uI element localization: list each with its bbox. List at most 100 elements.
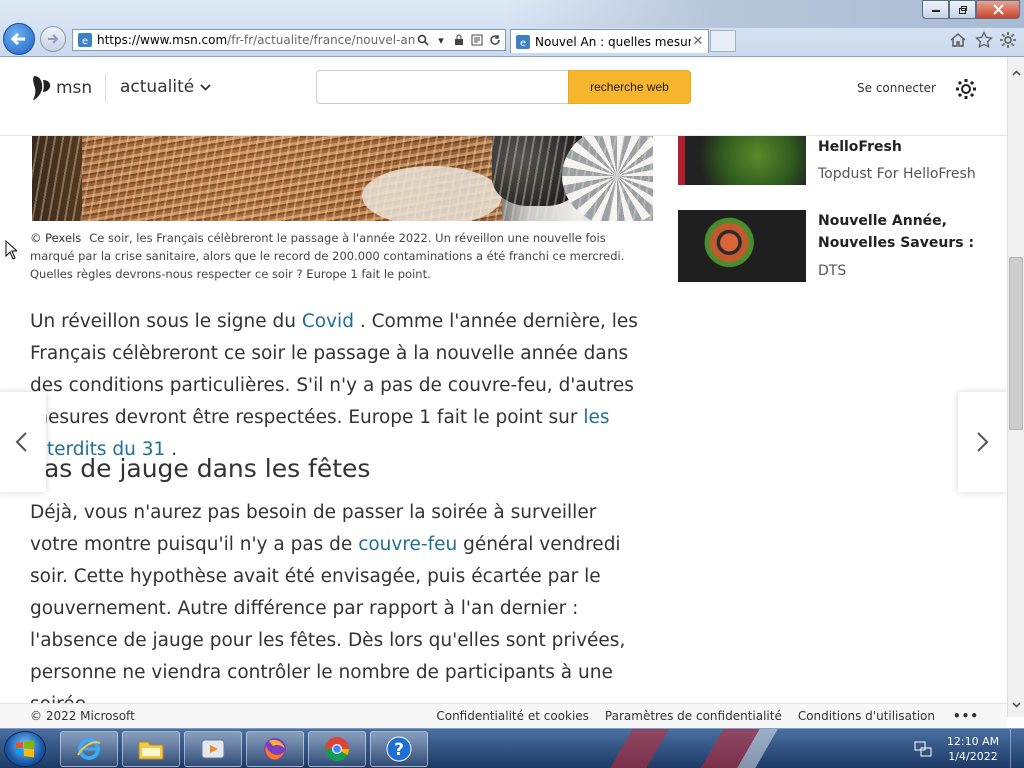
search-input[interactable] bbox=[316, 70, 570, 104]
favorites-star-icon[interactable] bbox=[974, 30, 994, 50]
sponsored-card[interactable]: Nouvelle Année, Nouvelles Saveurs : DTS bbox=[678, 210, 998, 282]
scroll-down-button[interactable] bbox=[1008, 697, 1024, 713]
footer-link-privacy-settings[interactable]: Paramètres de confidentialité bbox=[605, 709, 782, 723]
tab-title: Nouvel An : quelles mesure... bbox=[535, 34, 691, 49]
refresh-icon[interactable] bbox=[487, 32, 503, 48]
scroll-down-arrow-icon bbox=[1012, 702, 1021, 708]
windows-logo-icon bbox=[16, 740, 34, 758]
url-domain: https://www.msn.com bbox=[97, 33, 228, 47]
tab-favicon-icon: e bbox=[516, 34, 530, 49]
folder-icon bbox=[138, 741, 164, 760]
mouse-cursor-icon bbox=[5, 240, 17, 260]
dropdown-arrow-icon[interactable]: ▾ bbox=[433, 32, 449, 48]
chrome-icon bbox=[325, 737, 349, 762]
taskbar-media-player[interactable] bbox=[184, 731, 242, 767]
taskbar-chrome[interactable] bbox=[308, 731, 366, 767]
system-clock[interactable]: 12:10 AM 1/4/2022 bbox=[940, 734, 1006, 764]
chevron-down-icon bbox=[200, 83, 211, 91]
clock-date: 1/4/2022 bbox=[948, 750, 998, 763]
paragraph-text: Un réveillon sous le signe du bbox=[30, 311, 302, 332]
footer-link-privacy-cookies[interactable]: Confidentialité et cookies bbox=[436, 709, 589, 723]
section-dropdown[interactable]: actualité bbox=[120, 77, 211, 97]
article-subheading: Pas de jauge dans les fêtes bbox=[30, 454, 371, 483]
desktop-wallpaper-strip bbox=[560, 729, 900, 768]
taskbar-internet-explorer[interactable] bbox=[60, 731, 118, 767]
page-favicon-icon: e bbox=[78, 33, 92, 47]
signin-link[interactable]: Se connecter bbox=[857, 81, 936, 95]
caption-credit: © Pexels bbox=[30, 231, 82, 245]
help-icon: ? bbox=[386, 736, 412, 762]
firefox-icon bbox=[264, 738, 286, 760]
sponsored-card[interactable]: HelloFresh Topdust For HelloFresh bbox=[678, 136, 998, 186]
window-close-button[interactable] bbox=[976, 0, 1020, 19]
page-footer: © 2022 Microsoft Confidentialité et cook… bbox=[0, 703, 1007, 728]
forward-button[interactable] bbox=[40, 26, 66, 52]
tab-close-icon[interactable]: ✕ bbox=[691, 34, 705, 49]
restore-button[interactable] bbox=[949, 0, 976, 19]
restore-icon bbox=[958, 5, 967, 14]
msn-header: msn actualité recherche web Se connecter bbox=[0, 57, 1008, 136]
start-button[interactable] bbox=[4, 731, 46, 767]
covid-link[interactable]: Covid bbox=[302, 311, 354, 332]
svg-text:e: e bbox=[520, 38, 526, 49]
address-bar[interactable]: e https://www.msn.com/fr-fr/actualite/fr… bbox=[72, 29, 506, 51]
forward-arrow-icon bbox=[48, 34, 59, 44]
footer-link-terms[interactable]: Conditions d'utilisation bbox=[798, 709, 935, 723]
search-icon[interactable] bbox=[415, 32, 431, 48]
next-article-button[interactable] bbox=[958, 392, 1008, 492]
network-icon[interactable] bbox=[914, 740, 932, 758]
footer-copyright: © 2022 Microsoft bbox=[30, 709, 135, 723]
back-arrow-icon bbox=[10, 32, 25, 46]
scroll-up-button[interactable] bbox=[1008, 65, 1024, 81]
minimize-icon bbox=[931, 9, 940, 12]
couvre-feu-link[interactable]: couvre-feu bbox=[358, 534, 457, 555]
browser-toolbar: e https://www.msn.com/fr-fr/actualite/fr… bbox=[0, 0, 1024, 57]
taskbar-help-and-support[interactable]: ? bbox=[370, 731, 428, 767]
compatibility-icon[interactable] bbox=[469, 32, 485, 48]
chevron-left-icon bbox=[15, 432, 27, 452]
show-desktop-button[interactable] bbox=[1010, 729, 1024, 768]
home-icon[interactable] bbox=[948, 30, 968, 50]
msn-butterfly-icon bbox=[33, 76, 51, 100]
minimize-button[interactable] bbox=[922, 0, 949, 19]
url-path: /fr-fr/actualite/france/nouvel-an-quell bbox=[227, 33, 415, 47]
msn-logo-text: msn bbox=[56, 78, 93, 98]
card-title[interactable]: Nouvelle Année, Nouvelles Saveurs : bbox=[818, 210, 988, 254]
header-divider bbox=[105, 74, 106, 102]
svg-text:e: e bbox=[82, 36, 88, 47]
previous-article-button[interactable] bbox=[0, 392, 46, 492]
tools-gear-icon[interactable] bbox=[998, 30, 1018, 50]
web-search-button[interactable]: recherche web bbox=[568, 70, 691, 104]
address-url[interactable]: https://www.msn.com/fr-fr/actualite/fran… bbox=[97, 33, 415, 47]
back-button[interactable] bbox=[3, 23, 35, 55]
internet-explorer-icon bbox=[77, 738, 101, 760]
caption-text: Ce soir, les Français célèbreront le pas… bbox=[30, 231, 625, 281]
windows-taskbar: ? 12:10 AM 1/4/2022 bbox=[0, 728, 1024, 768]
card-title[interactable]: HelloFresh bbox=[818, 136, 902, 158]
article-hero-image bbox=[32, 136, 653, 221]
scroll-up-arrow-icon bbox=[1012, 70, 1021, 76]
help-label: ? bbox=[394, 740, 404, 760]
image-caption: © Pexels Ce soir, les Français célèbreron… bbox=[30, 229, 652, 283]
card-thumbnail bbox=[678, 210, 806, 282]
tab-nouvel-an[interactable]: e Nouvel An : quelles mesure... ✕ bbox=[510, 29, 709, 53]
footer-links: Confidentialité et cookies Paramètres de… bbox=[436, 709, 979, 723]
taskbar-file-explorer[interactable] bbox=[122, 731, 180, 767]
taskbar-firefox[interactable] bbox=[246, 731, 304, 767]
footer-more-button[interactable]: ••• bbox=[953, 709, 979, 723]
card-source: Topdust For HelloFresh bbox=[818, 166, 976, 182]
chevron-right-icon bbox=[977, 432, 989, 452]
section-label: actualité bbox=[120, 77, 195, 97]
clock-time: 12:10 AM bbox=[946, 735, 1000, 748]
lock-icon[interactable] bbox=[451, 32, 467, 48]
close-icon bbox=[992, 4, 1004, 15]
settings-gear-icon[interactable] bbox=[954, 77, 978, 101]
media-player-icon bbox=[201, 739, 225, 759]
article-paragraph: Déjà, vous n'aurez pas besoin de passer … bbox=[30, 497, 650, 721]
card-thumbnail bbox=[678, 136, 806, 185]
scroll-thumb[interactable] bbox=[1009, 257, 1023, 430]
new-tab-button[interactable] bbox=[710, 30, 736, 52]
paragraph-text: général vendredi soir. Cette hypothèse a… bbox=[30, 534, 626, 715]
msn-logo[interactable]: msn bbox=[30, 73, 92, 103]
vertical-scrollbar[interactable] bbox=[1007, 57, 1024, 717]
